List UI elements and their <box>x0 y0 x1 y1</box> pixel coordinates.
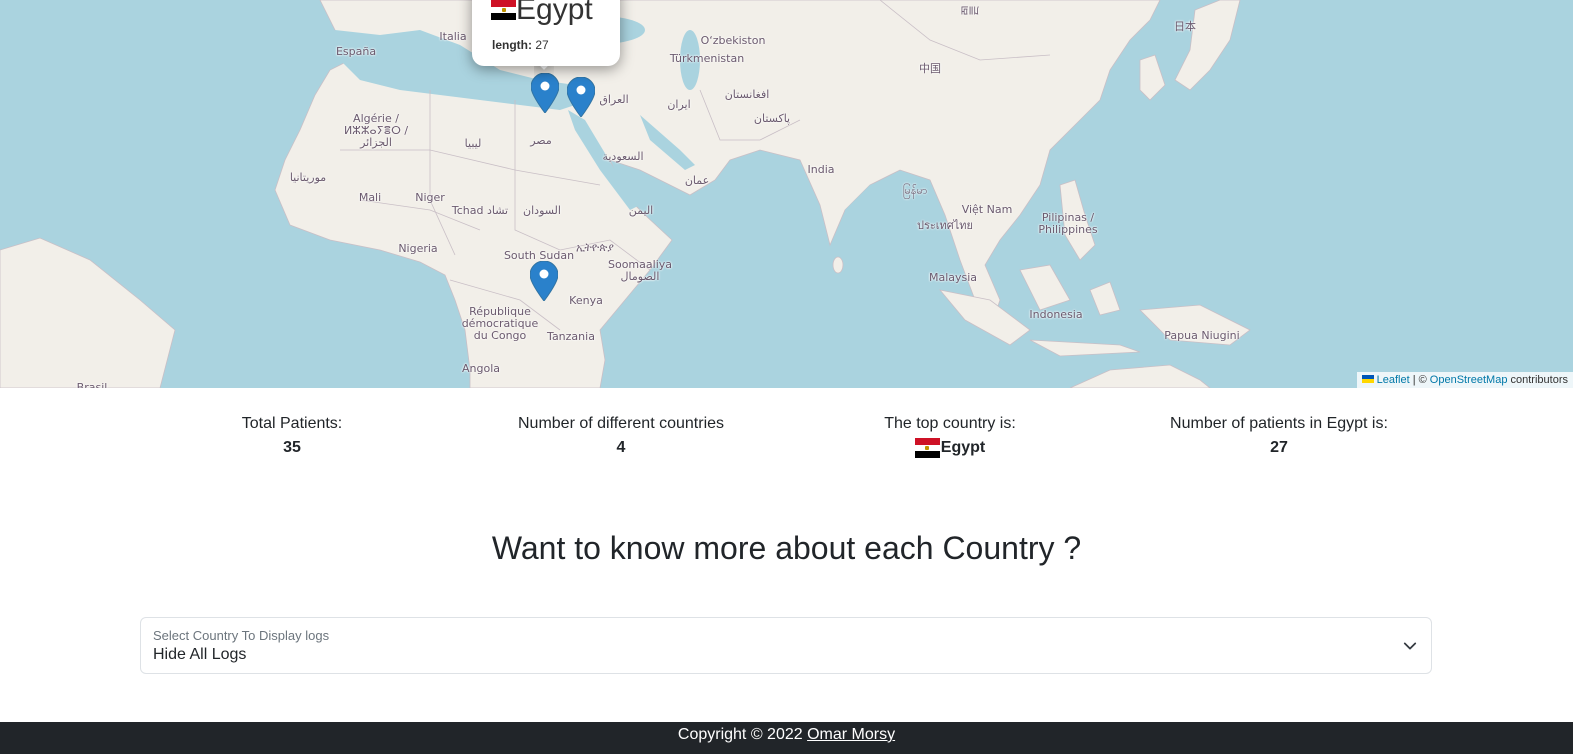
select-label: Select Country To Display logs <box>153 628 330 643</box>
stat-label: Number of patients in Egypt is: <box>1170 415 1388 432</box>
label-china: 中国 <box>919 62 941 75</box>
label-espana: España <box>335 45 377 58</box>
openstreetmap-link[interactable]: OpenStreetMap <box>1430 374 1508 386</box>
country-log-select[interactable]: Select Country To Display logs Hide All … <box>140 617 1432 674</box>
footer-copyright: Copyright © 2022 <box>677 726 803 743</box>
stat-top-country: The top country is: Egypt <box>790 414 1110 460</box>
stats-row: Total Patients: 35 Number of different c… <box>0 414 1573 464</box>
world-map[interactable]: España Italia O‘zbekiston Türkmenistan 中国 日本 ꡂ… <box>0 0 1573 388</box>
stat-value: 4 <box>616 439 626 456</box>
map-popup: Egypt length: 27 <box>472 0 620 66</box>
label-turkmenistan: Türkmenistan <box>669 52 745 65</box>
stat-top-country-patients: Number of patients in Egypt is: 27 <box>1119 414 1439 460</box>
label-ethiopia: ኢትዮጵያ <box>576 241 614 254</box>
map-marker-central-africa[interactable] <box>530 261 558 301</box>
chevron-down-icon <box>1403 642 1417 650</box>
label-mauritania: موريتانيا <box>289 171 327 184</box>
stat-value: Egypt <box>790 436 1110 460</box>
label-indonesia: Indonesia <box>1029 308 1083 321</box>
egypt-flag-icon <box>914 438 940 458</box>
egypt-flag-icon <box>491 0 516 20</box>
label-mali: Mali <box>358 191 382 204</box>
ukraine-flag-icon <box>1361 375 1374 383</box>
map-marker-middle-east[interactable] <box>567 77 595 117</box>
label-somalia: Soomaaliya الصومال <box>607 258 673 283</box>
stat-country-count: Number of different countries 4 <box>461 414 781 460</box>
popup-detail: length: 27 <box>492 38 549 52</box>
section-title: Want to know more about each Country ? <box>491 530 1082 566</box>
label-sudan: السودان <box>523 204 561 217</box>
label-saudi: السعودية <box>602 150 644 163</box>
stat-value: 35 <box>283 439 301 456</box>
label-japan: 日本 <box>1174 20 1196 33</box>
stat-label: The top country is: <box>884 415 1016 432</box>
map-pin-icon <box>567 77 595 117</box>
label-kenya: Kenya <box>569 294 603 307</box>
label-india: India <box>807 163 835 176</box>
attribution-separator: | © <box>1412 374 1427 386</box>
top-country-name: Egypt <box>940 439 986 456</box>
stat-label: Number of different countries <box>517 415 725 432</box>
popup-detail-value: 27 <box>535 38 549 52</box>
label-png: Papua Niugini <box>1164 329 1240 342</box>
label-brasil: Brasil <box>76 381 108 389</box>
label-iran: ایران <box>667 98 691 111</box>
label-uzbekistan: O‘zbekiston <box>700 34 766 47</box>
footer: Copyright © 2022 Omar Morsy <box>0 722 1573 754</box>
label-nigeria: Nigeria <box>398 242 438 255</box>
label-iraq: العراق <box>599 93 629 106</box>
label-pakistan: پاکستان <box>753 112 791 125</box>
stat-label: Total Patients: <box>241 415 343 432</box>
label-niger: Niger <box>415 191 445 204</box>
popup-title: Egypt <box>516 0 593 26</box>
label-mongolia: ꡂ꡷ꡊ <box>960 4 980 17</box>
map-tiles <box>0 0 1573 388</box>
select-value: Hide All Logs <box>153 646 247 663</box>
label-angola: Angola <box>461 362 501 375</box>
label-thailand: ประเทศไทย <box>916 219 974 232</box>
label-tanzania: Tanzania <box>547 330 595 343</box>
stat-value: 27 <box>1270 439 1288 456</box>
label-yemen: اليمن <box>628 204 654 217</box>
label-drc: République démocratique du Congo <box>461 305 539 342</box>
label-chad: Tchad تشاد <box>451 204 509 217</box>
attribution-suffix: contributors <box>1510 374 1568 386</box>
label-malaysia: Malaysia <box>928 271 978 284</box>
label-vietnam: Việt Nam <box>961 203 1013 216</box>
label-oman: عمان <box>684 174 710 187</box>
stat-total-patients: Total Patients: 35 <box>132 414 452 460</box>
label-libya: ليبيا <box>464 137 482 150</box>
label-philippines: Pilipinas / Philippines <box>1038 211 1098 236</box>
label-algeria: Algérie / ⵍⵣⵣⴰⵢⴻⵔ / الجزائر <box>343 112 409 149</box>
label-italia: Italia <box>439 30 467 43</box>
map-attribution: Leaflet | © OpenStreetMap contributors <box>1356 372 1573 388</box>
leaflet-link[interactable]: Leaflet <box>1377 374 1410 386</box>
label-afghanistan: افغانستان <box>724 88 770 101</box>
label-egypt: مصر <box>530 134 552 147</box>
map-pin-icon <box>530 261 558 301</box>
label-myanmar: မြန်မာ <box>902 184 928 197</box>
popup-detail-label: length: <box>492 38 532 52</box>
footer-author-link[interactable]: Omar Morsy <box>807 726 895 743</box>
